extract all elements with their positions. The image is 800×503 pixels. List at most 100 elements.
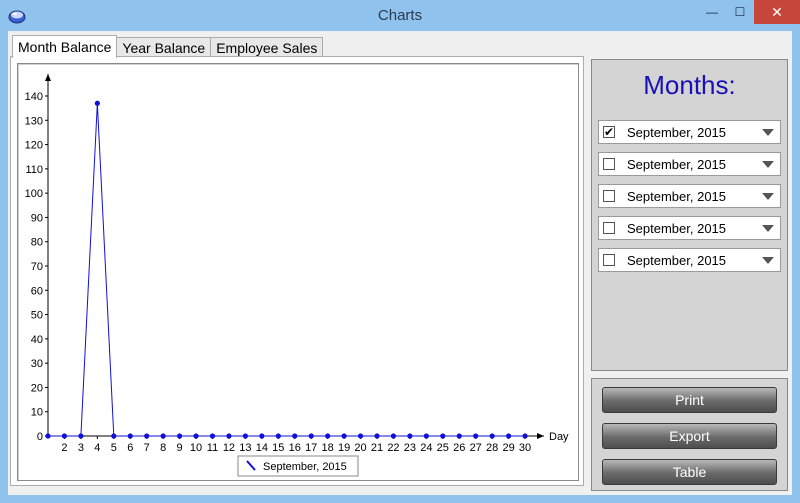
y-tick-label: 90	[31, 212, 43, 224]
x-tick-label: 8	[160, 442, 166, 454]
data-point	[160, 433, 166, 439]
data-point	[325, 433, 331, 439]
month-selector-5[interactable]: September, 2015	[598, 248, 781, 272]
tab-strip: Month Balance Year Balance Employee Sale…	[12, 35, 324, 58]
x-tick-label: 27	[470, 442, 482, 454]
month-selector-2[interactable]: September, 2015	[598, 152, 781, 176]
month-selector-label: September, 2015	[627, 157, 727, 172]
x-tick-label: 28	[486, 442, 498, 454]
x-tick-label: 6	[127, 442, 133, 454]
data-point	[144, 433, 150, 439]
data-point	[374, 433, 380, 439]
print-button[interactable]: Print	[602, 387, 777, 413]
data-point	[506, 433, 512, 439]
x-tick-label: 3	[78, 442, 84, 454]
month-selector-1[interactable]: ✔ September, 2015	[598, 120, 781, 144]
data-point	[127, 433, 133, 439]
x-tick-label: 4	[94, 442, 100, 454]
chevron-down-icon[interactable]	[762, 193, 774, 200]
chevron-down-icon[interactable]	[762, 161, 774, 168]
checkbox-icon[interactable]: ✔	[603, 126, 615, 138]
chevron-down-icon[interactable]	[762, 257, 774, 264]
x-tick-label: 21	[371, 442, 383, 454]
y-tick-label: 140	[25, 91, 43, 103]
y-tick-label: 130	[25, 115, 43, 127]
month-selector-label: September, 2015	[627, 125, 727, 140]
x-tick-label: 11	[207, 442, 218, 454]
checkbox-icon[interactable]	[603, 190, 615, 202]
chart-frame: Day 0 10 20 30 40 50 60 70 80 90 100 110 120 130 140 2 3 4…	[17, 63, 579, 481]
y-tick-label: 100	[25, 188, 43, 200]
tab-year-balance[interactable]: Year Balance	[116, 37, 212, 57]
data-point	[78, 433, 84, 439]
data-point	[61, 433, 68, 439]
x-axis-arrow	[537, 433, 544, 439]
y-tick-label: 50	[31, 310, 43, 322]
y-tick-label: 30	[31, 358, 43, 370]
month-selector-label: September, 2015	[627, 189, 727, 204]
export-button[interactable]: Export	[602, 423, 777, 449]
table-button[interactable]: Table	[602, 459, 777, 485]
x-tick-label: 19	[338, 442, 350, 454]
x-tick-label: 23	[404, 442, 416, 454]
data-point	[226, 433, 232, 439]
y-tick-label: 110	[25, 164, 43, 176]
y-tick-label: 80	[31, 237, 43, 249]
data-point	[177, 433, 183, 439]
y-tick-label: 60	[31, 285, 43, 297]
month-selector-3[interactable]: September, 2015	[598, 184, 781, 208]
y-tick-label: 0	[37, 431, 43, 443]
data-point	[209, 433, 216, 439]
data-point	[390, 433, 397, 439]
x-tick-label: 24	[420, 442, 432, 454]
data-point	[292, 433, 298, 439]
data-point	[473, 433, 479, 439]
data-point	[440, 433, 446, 439]
month-balance-chart: Day 0 10 20 30 40 50 60 70 80 90 100 110 120 130 140 2 3 4…	[25, 74, 569, 477]
x-tick-label: 13	[239, 442, 251, 454]
x-tick-label: 7	[144, 442, 150, 454]
data-point	[489, 433, 495, 439]
month-selector-4[interactable]: September, 2015	[598, 216, 781, 240]
data-point	[45, 433, 51, 439]
x-tick-label: 30	[519, 442, 531, 454]
client-area: Month Balance Year Balance Employee Sale…	[8, 31, 792, 495]
actions-panel: Print Export Table	[591, 378, 788, 491]
y-tick-label: 120	[25, 140, 43, 152]
x-tick-label: 9	[177, 442, 183, 454]
data-point	[111, 433, 117, 439]
checkbox-icon[interactable]	[603, 158, 615, 170]
x-axis-title: Day	[549, 431, 569, 443]
tab-employee-sales[interactable]: Employee Sales	[210, 37, 324, 57]
x-tick-label: 20	[354, 442, 366, 454]
y-tick-label: 40	[31, 334, 43, 346]
data-point	[308, 433, 314, 439]
month-balance-panel: Day 0 10 20 30 40 50 60 70 80 90 100 110 120 130 140 2 3 4…	[10, 56, 584, 486]
y-tick-label: 10	[31, 407, 43, 419]
legend-label: September, 2015	[263, 461, 347, 473]
y-tick-label: 70	[31, 261, 43, 273]
checkbox-icon[interactable]	[603, 254, 615, 266]
checkbox-icon[interactable]	[603, 222, 615, 234]
window-title: Charts	[377, 7, 423, 24]
series-line	[48, 103, 526, 437]
data-point	[423, 433, 429, 439]
x-tick-label: 12	[223, 442, 235, 454]
tab-month-balance[interactable]: Month Balance	[12, 35, 118, 58]
title-bar[interactable]: Charts — ☐ ✕	[0, 0, 800, 32]
data-point	[94, 100, 100, 106]
month-selector-label: September, 2015	[627, 221, 727, 236]
chevron-down-icon[interactable]	[762, 225, 774, 232]
data-point	[407, 433, 413, 439]
data-point	[275, 433, 281, 439]
data-point	[456, 433, 462, 439]
month-selector-label: September, 2015	[627, 253, 727, 268]
close-button[interactable]: ✕	[754, 0, 800, 24]
charts-window: Charts — ☐ ✕ Month Balance Year Balance …	[0, 0, 800, 503]
chevron-down-icon[interactable]	[762, 129, 774, 136]
minimize-button[interactable]: —	[698, 0, 726, 24]
y-tick-label: 20	[31, 382, 43, 394]
maximize-button[interactable]: ☐	[726, 0, 754, 24]
months-panel: Months: ✔ September, 2015 September, 201…	[591, 59, 788, 371]
x-tick-label: 15	[272, 442, 284, 454]
